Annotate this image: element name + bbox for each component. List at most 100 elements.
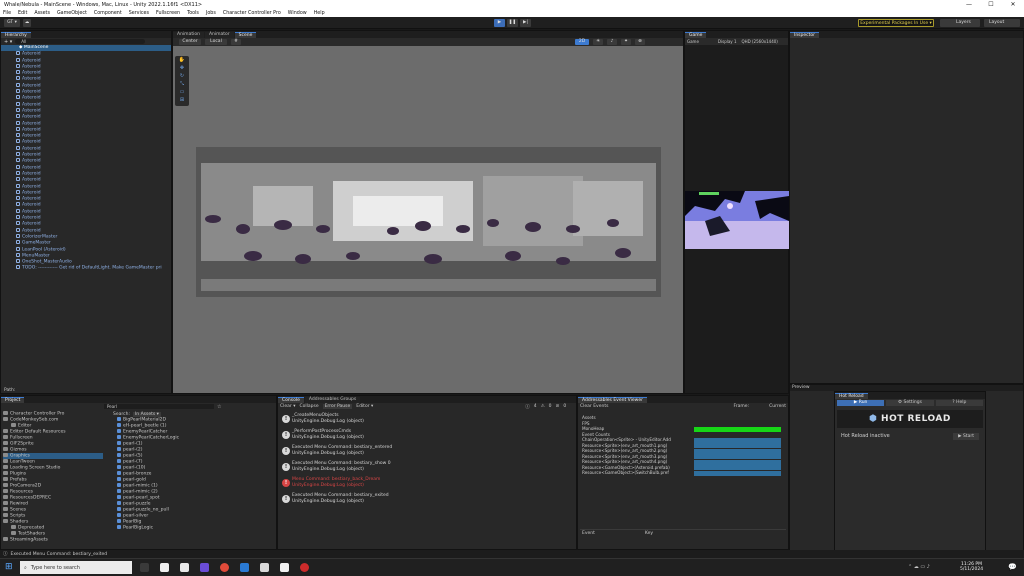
experimental-packages-button[interactable]: Experimental Packages In Use ▾ [858, 19, 934, 27]
tab-project[interactable]: Project [1, 397, 25, 403]
current-frame-button[interactable]: Current [769, 404, 786, 409]
minimize-button[interactable]: — [958, 0, 980, 9]
project-search-input[interactable]: Pearl [104, 404, 214, 409]
menu-assets[interactable]: Assets [34, 11, 50, 16]
warning-count-icon[interactable]: ⚠ [541, 404, 545, 409]
menu-file[interactable]: File [3, 11, 11, 16]
menu-window[interactable]: Window [288, 11, 307, 16]
search-scope-dropdown[interactable]: In Assets ▾ [132, 411, 161, 417]
rect-tool-icon[interactable]: ▭ [175, 88, 189, 96]
status-message[interactable]: Executed Menu Command: bestiary_exited [11, 552, 108, 557]
tab-addressables-groups[interactable]: Addressables Groups [304, 397, 361, 403]
tray-icons[interactable]: ⌃ ☁ ▭ ♪ [908, 564, 930, 570]
pivot-dropdown[interactable]: Center [179, 39, 201, 45]
menu-jobs[interactable]: Jobs [206, 11, 216, 16]
resolution-dropdown[interactable]: QHD (2560x1440) [741, 39, 777, 44]
menu-help[interactable]: Help [314, 11, 325, 16]
move-tool-icon[interactable]: ✥ [175, 64, 189, 72]
error-count-icon[interactable]: ⊘ [556, 404, 560, 409]
layout-dropdown[interactable]: Layout [984, 19, 1020, 27]
pause-button[interactable]: ❚❚ [507, 19, 518, 27]
hand-tool-icon[interactable]: ✋ [175, 56, 189, 64]
layers-dropdown[interactable]: Layers [940, 19, 980, 27]
chrome-icon[interactable] [220, 563, 229, 572]
folder-item[interactable]: StreamingAssets [3, 537, 103, 543]
space-dropdown[interactable]: Local [205, 39, 227, 45]
log-entry[interactable]: ! Executed Menu Command: bestiary_show 0U… [280, 461, 574, 475]
log-entry[interactable]: ! _PerformPostProcessCmds UnityEngine.Debu… [280, 429, 574, 443]
project-search-bar: Pearl ☆ [1, 403, 276, 410]
lighting-icon[interactable]: ☀ [593, 39, 603, 45]
clear-events-button[interactable]: Clear Events [580, 404, 608, 409]
maximize-button[interactable]: ☐ [980, 0, 1002, 9]
menu-component[interactable]: Component [94, 11, 122, 16]
log-entry[interactable]: ! Executed Menu Command: bestiary_exited U… [280, 493, 574, 507]
display-dropdown[interactable]: Display 1 [718, 39, 737, 44]
recorder-icon[interactable] [300, 563, 309, 572]
transform-tool-icon[interactable]: ⊞ [175, 96, 189, 104]
close-button[interactable]: ✕ [1002, 0, 1024, 9]
add-button[interactable]: + ▾ [4, 39, 12, 45]
taskbar-search[interactable]: ⌕ Type here to search [20, 561, 132, 574]
start-button[interactable]: ▶ Start [953, 432, 979, 440]
unity-editor-icon[interactable] [260, 563, 269, 572]
tab-event-viewer[interactable]: Addressables Event Viewer [578, 397, 647, 403]
unity-hub-icon[interactable] [180, 563, 189, 572]
step-button[interactable]: ▶| [520, 19, 531, 27]
scene-viewport[interactable]: ✋ ✥ ↻ ⤡ ▭ ⊞ [173, 46, 683, 393]
effects-icon[interactable]: ✦ [621, 39, 631, 45]
account-button[interactable]: GT ▾ [4, 19, 20, 27]
tab-scene[interactable]: Scene [234, 32, 257, 38]
scale-tool-icon[interactable]: ⤡ [175, 80, 189, 88]
taskbar-clock[interactable]: 11:26 PM 5/11/2024 [960, 562, 983, 572]
hierarchy-search[interactable]: All [15, 39, 146, 44]
folder-icon [3, 495, 8, 499]
visual-studio-icon[interactable] [200, 563, 209, 572]
menu-character-controller-pro[interactable]: Character Controller Pro [223, 11, 281, 16]
game-render[interactable] [685, 191, 789, 249]
audio-icon[interactable]: ♪ [607, 39, 617, 45]
log-entry[interactable]: ! _CreateMenuObjects UnityEngine.Debug:Log… [280, 413, 574, 427]
windows-start-icon[interactable]: ⊞ [5, 562, 13, 572]
menu-edit[interactable]: Edit [18, 11, 27, 16]
tab-game[interactable]: Game [685, 32, 707, 38]
play-button[interactable]: ▶ [494, 19, 505, 27]
collapse-button[interactable]: Collapse [299, 404, 318, 409]
tab-console[interactable]: Console [278, 397, 304, 403]
editor-dropdown[interactable]: Editor ▾ [356, 404, 373, 409]
search-result-item[interactable]: PearlBigLogic [117, 525, 273, 531]
settings-tab[interactable]: ⚙ Settings [886, 400, 934, 406]
rotate-tool-icon[interactable]: ↻ [175, 72, 189, 80]
hierarchy-item[interactable]: TODO: ------------ Get rid of DefaultLig… [16, 265, 171, 271]
task-view-icon[interactable] [140, 563, 149, 572]
2d-mode-toggle[interactable]: 2D [575, 39, 589, 45]
run-tab[interactable]: ▶ Run [837, 400, 885, 406]
notification-icon[interactable]: 💬 [1008, 563, 1017, 571]
info-count-icon[interactable]: ⓘ [525, 404, 530, 410]
menu-gameobject[interactable]: GameObject [57, 11, 87, 16]
grid-icon[interactable]: # [231, 39, 241, 45]
tab-inspector[interactable]: Inspector [790, 32, 819, 38]
tab-hierarchy[interactable]: Hierarchy [1, 32, 31, 38]
error-pause-button[interactable]: Error Pause [322, 404, 353, 409]
gizmos-icon[interactable]: ⊕ [635, 39, 645, 45]
tab-animator[interactable]: Animator [204, 32, 234, 38]
clear-button[interactable]: Clear ▾ [280, 404, 295, 409]
folder-app-icon[interactable] [240, 563, 249, 572]
menu-fullscreen[interactable]: Fullscreen [156, 11, 180, 16]
notepad-icon[interactable] [160, 563, 169, 572]
gameobject-icon [16, 114, 20, 119]
game-mode-dropdown[interactable]: Game [687, 39, 699, 44]
gameobject-icon [16, 57, 20, 62]
menu-services[interactable]: Services [129, 11, 149, 16]
event-row[interactable]: Resource<GameObject>(SwitchBulb.pref [582, 470, 786, 476]
unity-icon[interactable] [280, 563, 289, 572]
cloud-icon[interactable]: ☁ [23, 19, 31, 27]
help-tab[interactable]: ? Help [935, 400, 983, 406]
log-entry[interactable]: ! Executed Menu Command: bestiary_entered… [280, 445, 574, 459]
tab-animation[interactable]: Animation [173, 32, 204, 38]
favorite-icon[interactable]: ☆ [217, 404, 221, 410]
tab-hot-reload[interactable]: Hot Reload [835, 393, 868, 399]
log-entry-error[interactable]: ! Menu Command: bestiary_back_Dream UnityE… [280, 477, 574, 491]
menu-tools[interactable]: Tools [187, 11, 199, 16]
